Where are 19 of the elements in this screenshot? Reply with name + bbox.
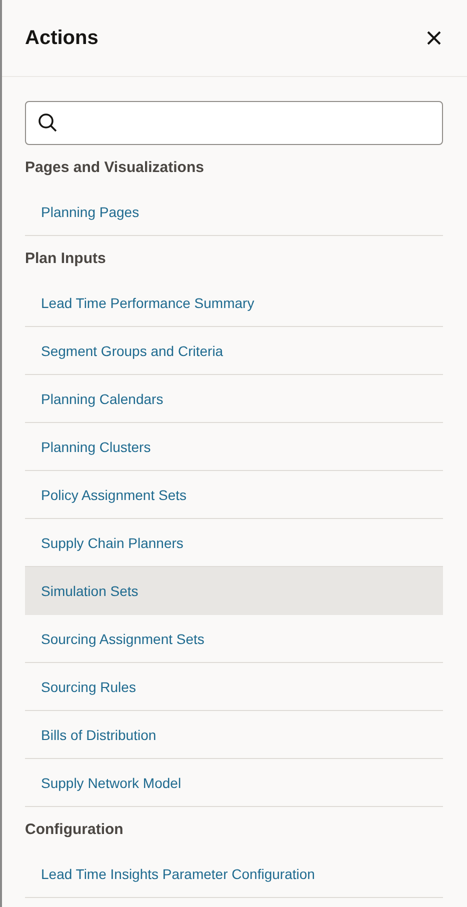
- section-heading: Configuration: [25, 820, 124, 840]
- menu-item[interactable]: Sourcing Assignment Sets: [25, 615, 443, 663]
- menu-item[interactable]: Planning Clusters: [25, 423, 443, 471]
- menu-item[interactable]: Simulation Sets: [25, 567, 443, 615]
- section-heading: Plan Inputs: [25, 249, 107, 269]
- close-icon: [427, 31, 441, 45]
- menu-item[interactable]: Planning Calendars: [25, 375, 443, 423]
- menu-item[interactable]: Lead Time Performance Summary: [25, 279, 443, 327]
- menu-item[interactable]: Planning Pages: [25, 188, 443, 236]
- menu-item[interactable]: Bills of Distribution: [25, 711, 443, 759]
- panel-title: Actions: [25, 26, 98, 50]
- menu-item[interactable]: Segment Groups and Criteria: [25, 327, 443, 375]
- search-field[interactable]: [25, 101, 443, 145]
- menu-item[interactable]: Supply Network Model: [25, 759, 443, 807]
- section-heading: Pages and Visualizations: [25, 158, 205, 178]
- search-icon: [38, 113, 58, 133]
- menu-item[interactable]: Sourcing Rules: [25, 663, 443, 711]
- menu-item[interactable]: Lead Time Insights Parameter Configuration: [25, 850, 443, 898]
- menu-item[interactable]: Policy Assignment Sets: [25, 471, 443, 519]
